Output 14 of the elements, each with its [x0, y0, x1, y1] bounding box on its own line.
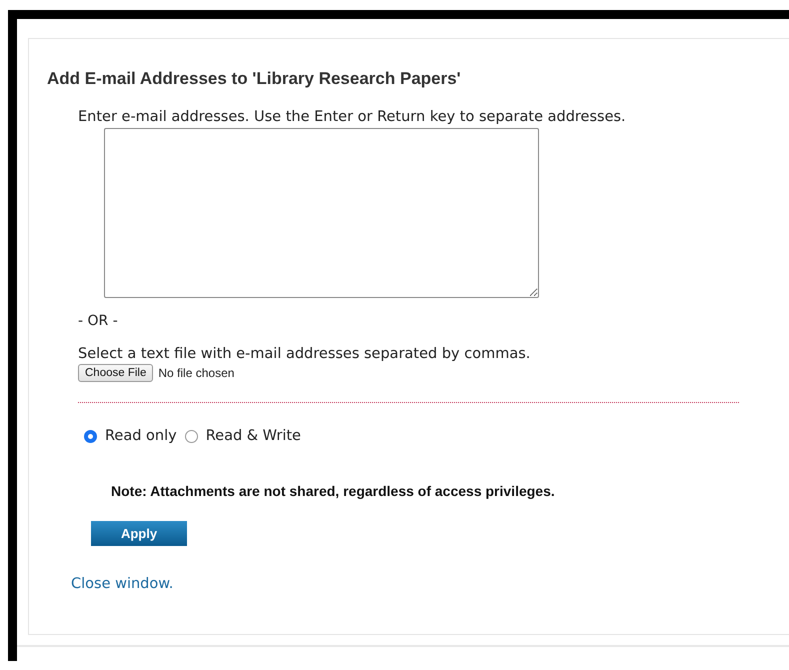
instructions-text: Enter e-mail addresses. Use the Enter or Return key to separate addresses.: [78, 108, 627, 126]
dialog-title: Add E-mail Addresses to 'Library Research Papers': [47, 69, 462, 89]
note-text: Note: Attachments are not shared, regardless of access privileges.: [111, 483, 556, 499]
choose-file-button[interactable]: Choose File: [78, 364, 154, 382]
apply-button[interactable]: Apply: [91, 521, 187, 546]
radio-button[interactable]: [184, 430, 198, 442]
close-window-link[interactable]: Close window.: [71, 576, 174, 592]
radio-button[interactable]: [84, 430, 97, 442]
radio-label[interactable]: Read & Write: [206, 427, 301, 445]
file-prompt-text: Select a text file with e-mail addresses separated by commas.: [78, 345, 532, 363]
or-separator: - OR -: [78, 312, 119, 330]
email-input-field[interactable]: [104, 128, 539, 298]
file-status-text: No file chosen: [158, 366, 234, 380]
radio-label[interactable]: Read only: [105, 427, 177, 445]
